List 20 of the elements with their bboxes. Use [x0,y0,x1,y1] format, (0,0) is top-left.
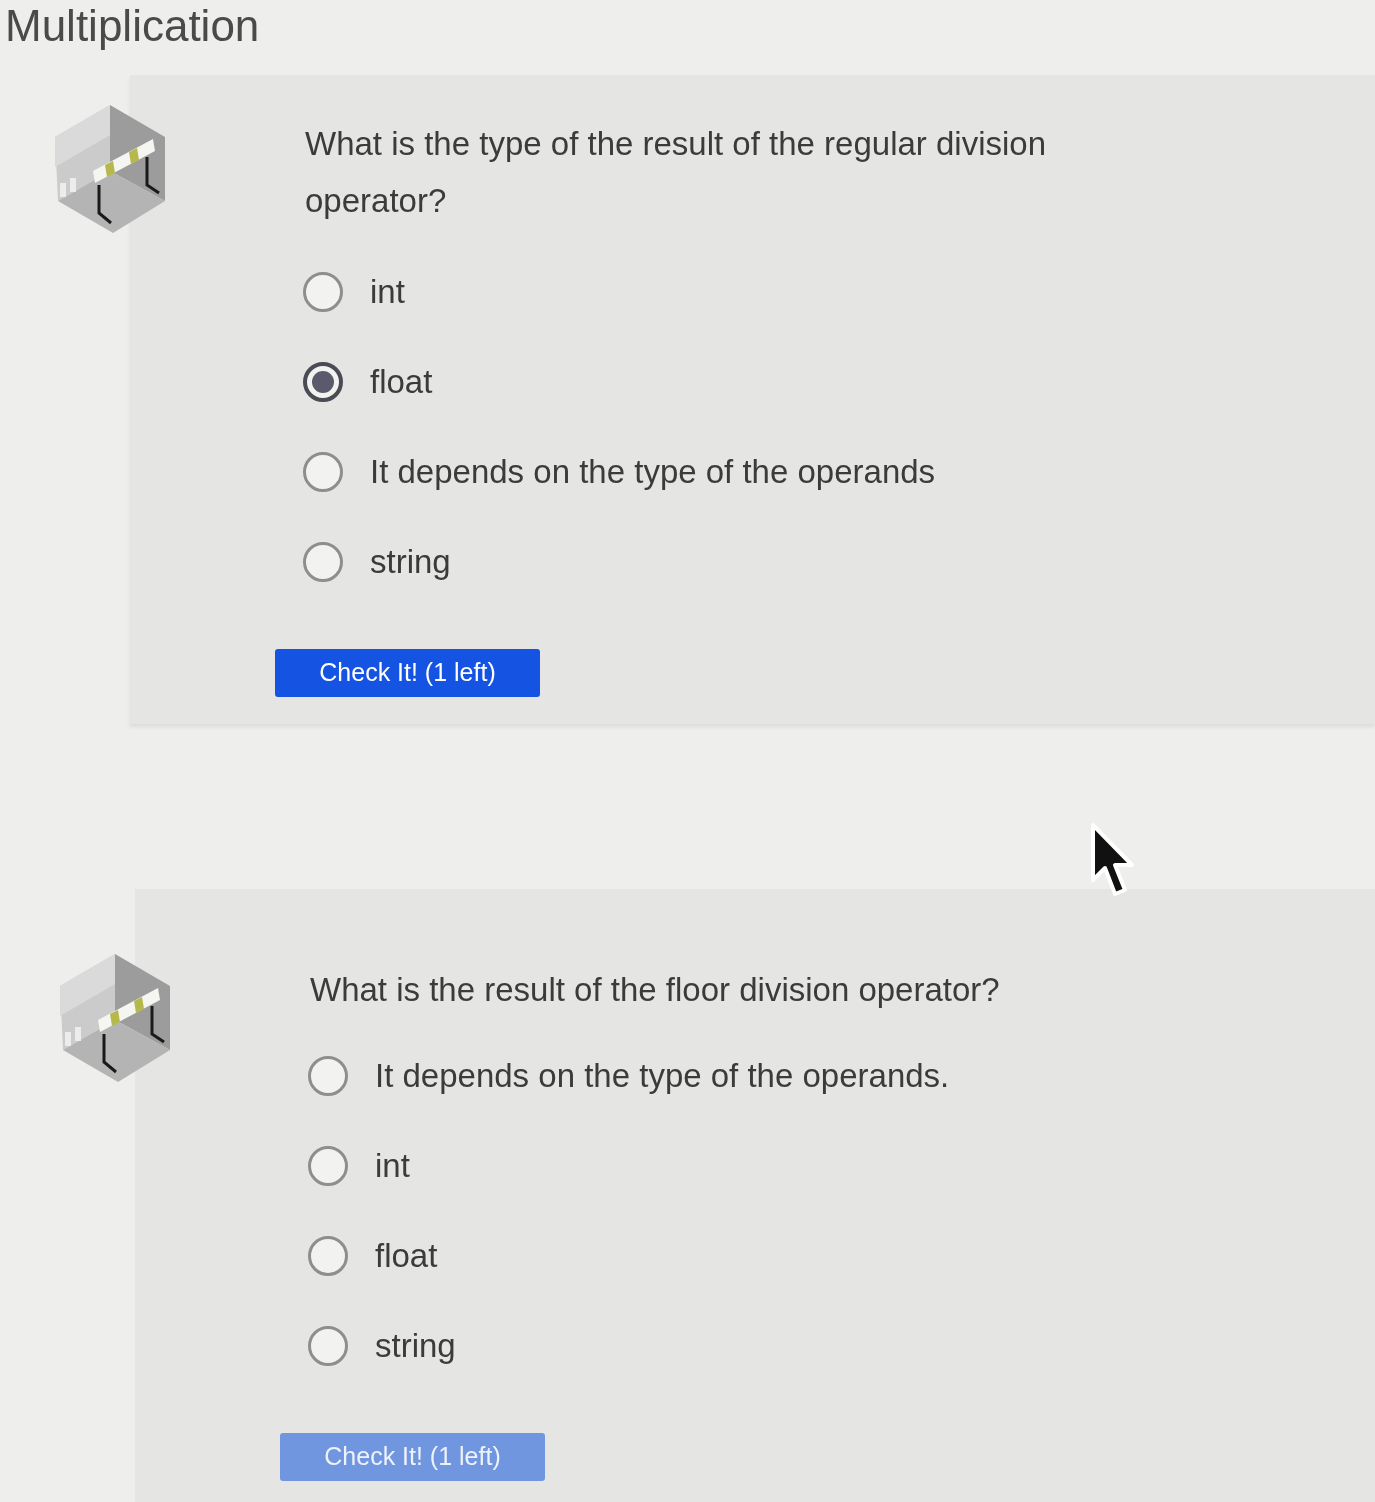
page-title: Multiplication [5,0,260,52]
question-text: What is the type of the result of the regular division operator? [305,124,1048,221]
option-label[interactable]: It depends on the type of the operands [370,452,936,492]
question-text: What is the result of the floor division operator? [310,970,1000,1010]
option-label[interactable]: int [370,272,405,312]
radio-button[interactable] [303,542,343,582]
option-label[interactable]: int [375,1146,410,1186]
check-it-button[interactable]: Check It! (1 left) [275,649,540,697]
option-label[interactable]: string [370,542,451,582]
radio-button[interactable] [308,1326,348,1366]
option-label[interactable]: string [375,1326,456,1366]
radio-button[interactable] [303,362,343,402]
radio-button[interactable] [303,272,343,312]
option-label[interactable]: float [375,1236,438,1276]
radio-button[interactable] [308,1146,348,1186]
option-label[interactable]: float [370,362,433,402]
radio-button[interactable] [308,1056,348,1096]
radio-button[interactable] [308,1236,348,1276]
option-label[interactable]: It depends on the type of the operands. [375,1056,950,1096]
radio-button[interactable] [303,452,343,492]
